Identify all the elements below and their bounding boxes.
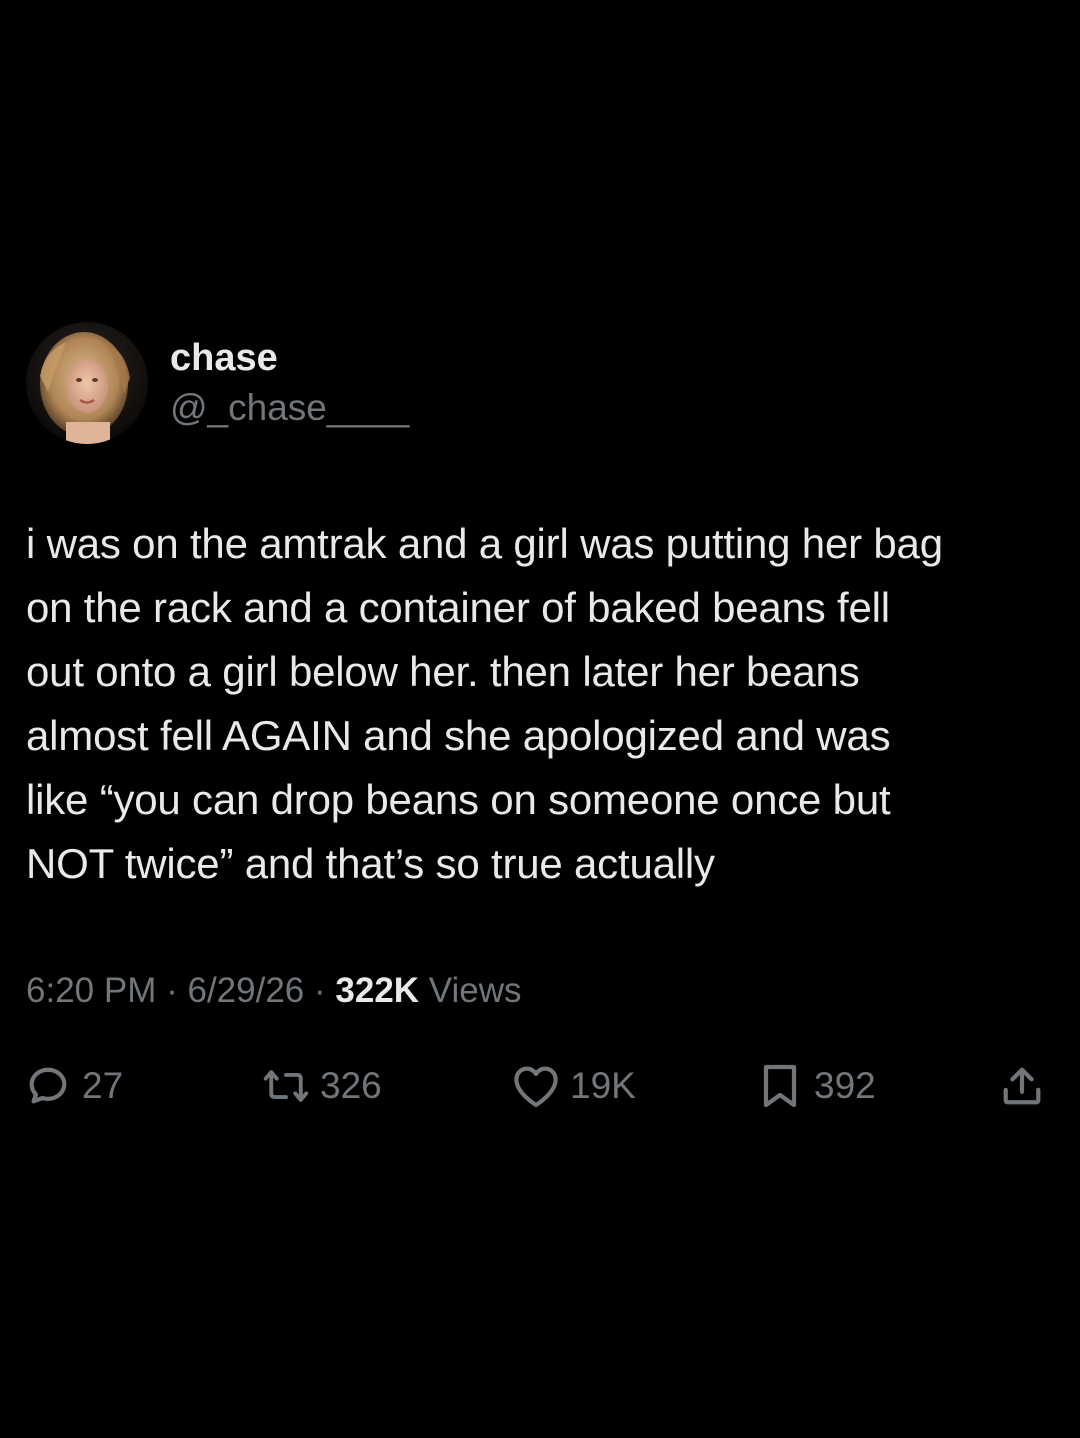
bookmark-icon xyxy=(756,1062,804,1110)
reply-button[interactable]: 27 xyxy=(24,1058,123,1114)
meta-separator: · xyxy=(166,971,178,1010)
tweet-meta: 6:20 PM · 6/29/26 · 322K Views xyxy=(26,968,522,1014)
avatar[interactable] xyxy=(26,322,148,444)
like-button[interactable]: 19K xyxy=(512,1058,636,1114)
views-label: Views xyxy=(428,971,522,1010)
reply-count: 27 xyxy=(82,1065,124,1106)
views-count: 322K xyxy=(335,971,420,1010)
author-names: chase @_chase____ xyxy=(170,334,409,432)
tweet: chase @_chase____ i was on the amtrak an… xyxy=(0,0,1080,1438)
share-upload-icon xyxy=(998,1062,1046,1110)
tweet-text: i was on the amtrak and a girl was putti… xyxy=(26,520,943,887)
retweet-arrows-icon xyxy=(262,1062,310,1110)
display-name[interactable]: chase xyxy=(170,334,409,382)
tweet-header: chase @_chase____ xyxy=(26,322,409,444)
like-count: 19K xyxy=(570,1065,636,1106)
bookmark-count: 392 xyxy=(814,1065,876,1106)
action-bar: 27 326 19K 392 xyxy=(0,1058,1080,1114)
tweet-time[interactable]: 6:20 PM xyxy=(26,971,156,1010)
tweet-date[interactable]: 6/29/26 xyxy=(187,971,304,1010)
meta-separator: · xyxy=(314,971,326,1010)
heart-icon xyxy=(512,1062,560,1110)
retweet-button[interactable]: 326 xyxy=(262,1058,382,1114)
share-button[interactable] xyxy=(998,1058,1046,1114)
avatar-image xyxy=(26,322,148,444)
speech-bubble-icon xyxy=(24,1062,72,1110)
retweet-count: 326 xyxy=(320,1065,382,1106)
handle[interactable]: @_chase____ xyxy=(170,384,409,432)
bookmark-button[interactable]: 392 xyxy=(756,1058,876,1114)
